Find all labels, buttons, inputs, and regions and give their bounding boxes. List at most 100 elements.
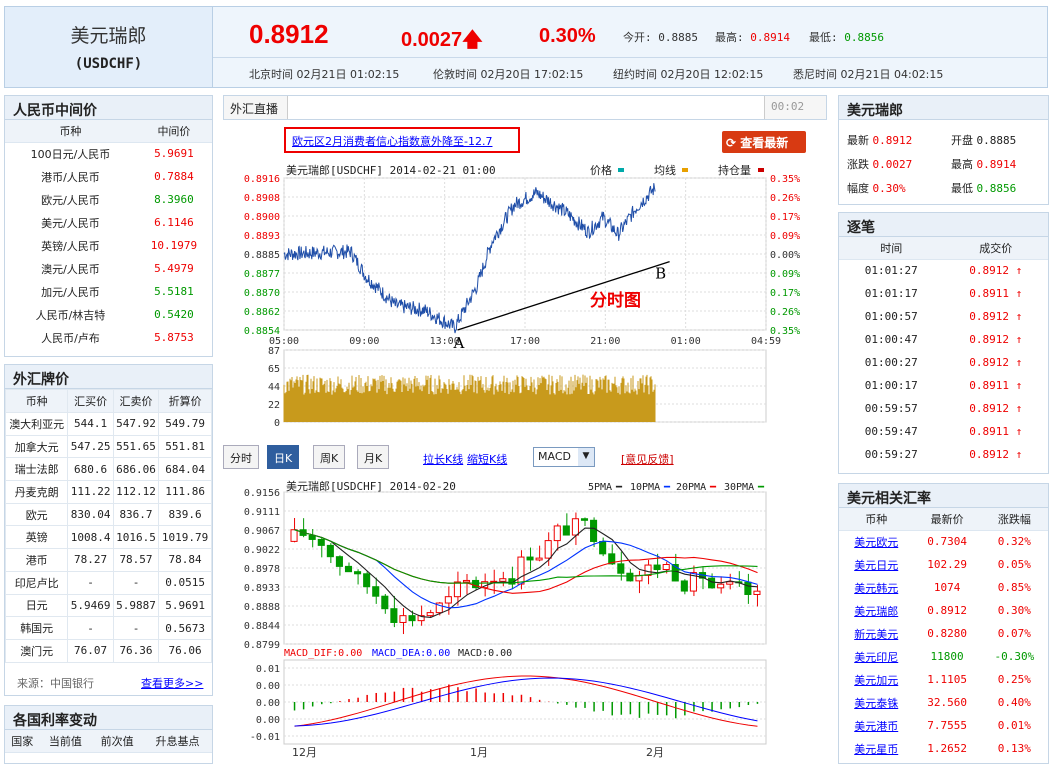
rmb-currency[interactable]: 人民币/林吉特: [5, 303, 136, 326]
related-pair-link[interactable]: 美元韩元: [854, 582, 898, 595]
y-tick-label: 0.9156: [244, 488, 280, 499]
beijing-time: 北京时间 02月21日 01:02:15: [249, 68, 400, 81]
fx-currency: 欧元: [4, 502, 69, 527]
related-pair[interactable]: 美元星币: [839, 737, 913, 760]
quote-high: 最高 0.8914: [951, 158, 1017, 171]
tick-price: 0.8912 ↑: [943, 328, 1048, 351]
rmb-currency[interactable]: 英镑/人民币: [5, 234, 136, 257]
related-pair-link[interactable]: 美元日元: [854, 559, 898, 572]
shrink-k-link[interactable]: 缩短K线: [467, 451, 507, 467]
x-tick-label: 17:00: [510, 336, 540, 347]
legend-swatch: [682, 168, 688, 172]
candle-body: [499, 578, 507, 582]
tab-monthly-k[interactable]: 月K: [357, 445, 390, 469]
legend-label: 10PMA: [630, 482, 660, 493]
fx-currency: 丹麦克朗: [4, 480, 69, 504]
up-arrow-icon: ↑: [1008, 402, 1023, 415]
rmb-currency[interactable]: 欧元/人民币: [5, 188, 136, 211]
tick-price: 0.8911 ↑: [943, 282, 1048, 305]
table-row: 加元/人民币 5.5181: [5, 280, 212, 303]
related-pair[interactable]: 美元日元: [839, 553, 913, 576]
fx-value: 547.92: [112, 412, 160, 436]
rmb-currency[interactable]: 100日元/人民币: [5, 142, 136, 165]
related-pair-link[interactable]: 美元星币: [854, 743, 898, 756]
tick-table: 时间 成交价 01:01:27 0.8912 ↑ 01:01:17 0.8911 ↑ 01…: [839, 237, 1048, 466]
related-pair-link[interactable]: 美元泰铢: [854, 697, 898, 710]
quote-header: 美元瑞郎 (USDCHF) 0.8912 0.0027🡅 0.30% 今开: 0…: [4, 6, 1048, 88]
rmb-currency[interactable]: 港币/人民币: [5, 165, 136, 188]
up-arrow-icon: ↑: [1008, 379, 1023, 392]
candle-body: [317, 538, 325, 546]
related-latest: 11800: [930, 650, 964, 663]
related-pair-link[interactable]: 美元印尼: [854, 651, 898, 664]
vol-tick-label: 44: [268, 382, 280, 393]
related-pair-link[interactable]: 美元欧元: [854, 536, 898, 549]
sydney-time: 悉尼时间 02月21日 04:02:15: [793, 68, 944, 81]
related-pair[interactable]: 美元加元: [839, 668, 913, 691]
table-row: 澳元/人民币 5.4979: [5, 257, 212, 280]
tab-weekly-k[interactable]: 周K: [313, 445, 346, 469]
table-row: 欧元/人民币 8.3960: [5, 188, 212, 211]
rmb-value: 0.5420: [154, 308, 194, 321]
table-row: 01:00:47 0.8912 ↑: [839, 328, 1048, 351]
related-pair-link[interactable]: 美元瑞郎: [854, 605, 898, 618]
y-tick-label: 0.8916: [244, 174, 280, 185]
quote-latest: 最新 0.8912: [847, 134, 913, 147]
macd-tick-label: 0.01: [256, 664, 280, 675]
tab-daily-k[interactable]: 日K: [267, 445, 300, 469]
legend-label: 均线: [654, 163, 676, 177]
news-headline[interactable]: 欧元区2月消费者信心指数意外降至-12.7: [292, 135, 492, 148]
tick-price-value: 0.8911: [969, 287, 1009, 300]
related-pct: 0.07%: [997, 627, 1031, 640]
rmb-currency[interactable]: 美元/人民币: [5, 211, 136, 234]
x-tick-label: 01:00: [671, 336, 701, 347]
indicator-select[interactable]: MACD ▼: [533, 447, 595, 467]
tab-live[interactable]: 外汇直播: [224, 96, 288, 119]
related-pair-link[interactable]: 美元加元: [854, 674, 898, 687]
stretch-k-link[interactable]: 拉长K线: [423, 451, 463, 467]
kline-chart[interactable]: 0.9156 0.9111 0.9067 0.9022 0.8978 0.8933 0.88…: [226, 478, 826, 764]
legend-marker: ━: [663, 482, 671, 493]
instrument-box: 美元瑞郎 (USDCHF): [5, 7, 213, 87]
rmb-currency[interactable]: 澳元/人民币: [5, 257, 136, 280]
refresh-button[interactable]: ⟳ 查看最新: [722, 131, 806, 153]
related-pair[interactable]: 美元港币: [839, 714, 913, 737]
fx-value: -: [112, 570, 160, 595]
tick-time: 01:00:47: [864, 333, 918, 346]
candle-body: [535, 557, 543, 561]
related-pair-link[interactable]: 美元港币: [854, 720, 898, 733]
tab-intraday[interactable]: 分时: [223, 445, 259, 469]
fx-value: -: [67, 570, 114, 595]
fx-board-panel: 外汇牌价 币种 汇买价 汇卖价 折算价 澳大利亚元 544.1 547.92 549.79 加…: [4, 364, 213, 696]
pct-tick-label: 0.09%: [770, 231, 800, 242]
fx-more-link[interactable]: 查看更多>>: [141, 675, 203, 691]
related-pair[interactable]: 美元泰铢: [839, 691, 913, 714]
table-row: 加拿大元 547.25 551.65 551.81: [4, 434, 212, 459]
feedback-link[interactable]: [意见反馈]: [621, 451, 674, 467]
related-pair[interactable]: 新元美元: [839, 622, 913, 645]
rate-col-header: 国家: [5, 730, 40, 753]
intraday-chart[interactable]: 0.8916 0.35% 0.8908 0.26% 0.8900 0.17% 0.8893 0…: [226, 160, 826, 436]
related-pair[interactable]: 美元印尼: [839, 645, 913, 668]
fx-board-title: 外汇牌价: [5, 365, 212, 389]
related-pair[interactable]: 美元欧元: [839, 530, 913, 553]
rmb-currency[interactable]: 人民币/卢布: [5, 326, 136, 349]
tick-time: 00:59:27: [864, 448, 918, 461]
table-row: 美元港币 7.7555 0.01%: [839, 714, 1048, 737]
rmb-currency[interactable]: 加元/人民币: [5, 280, 136, 303]
related-pct: 0.32%: [997, 535, 1031, 549]
table-row: 新元美元 0.8280 0.07%: [839, 622, 1048, 645]
tick-price: 0.8911 ↑: [943, 374, 1048, 397]
related-pair[interactable]: 美元韩元: [839, 576, 913, 599]
x-tick-label: 04:59: [751, 336, 781, 347]
refresh-icon: ⟳: [726, 136, 741, 150]
macd-label: MACD:0.00: [458, 648, 512, 659]
fx-currency: 日元: [4, 593, 69, 618]
table-row: 美元韩元 1074 0.85%: [839, 576, 1048, 599]
fx-value: 5.9469: [67, 593, 114, 618]
related-pair-link[interactable]: 新元美元: [854, 628, 898, 641]
related-pair[interactable]: 美元瑞郎: [839, 599, 913, 622]
legend-label: 20PMA: [676, 482, 706, 493]
candle-body: [335, 556, 343, 567]
label-a: A: [453, 334, 465, 352]
